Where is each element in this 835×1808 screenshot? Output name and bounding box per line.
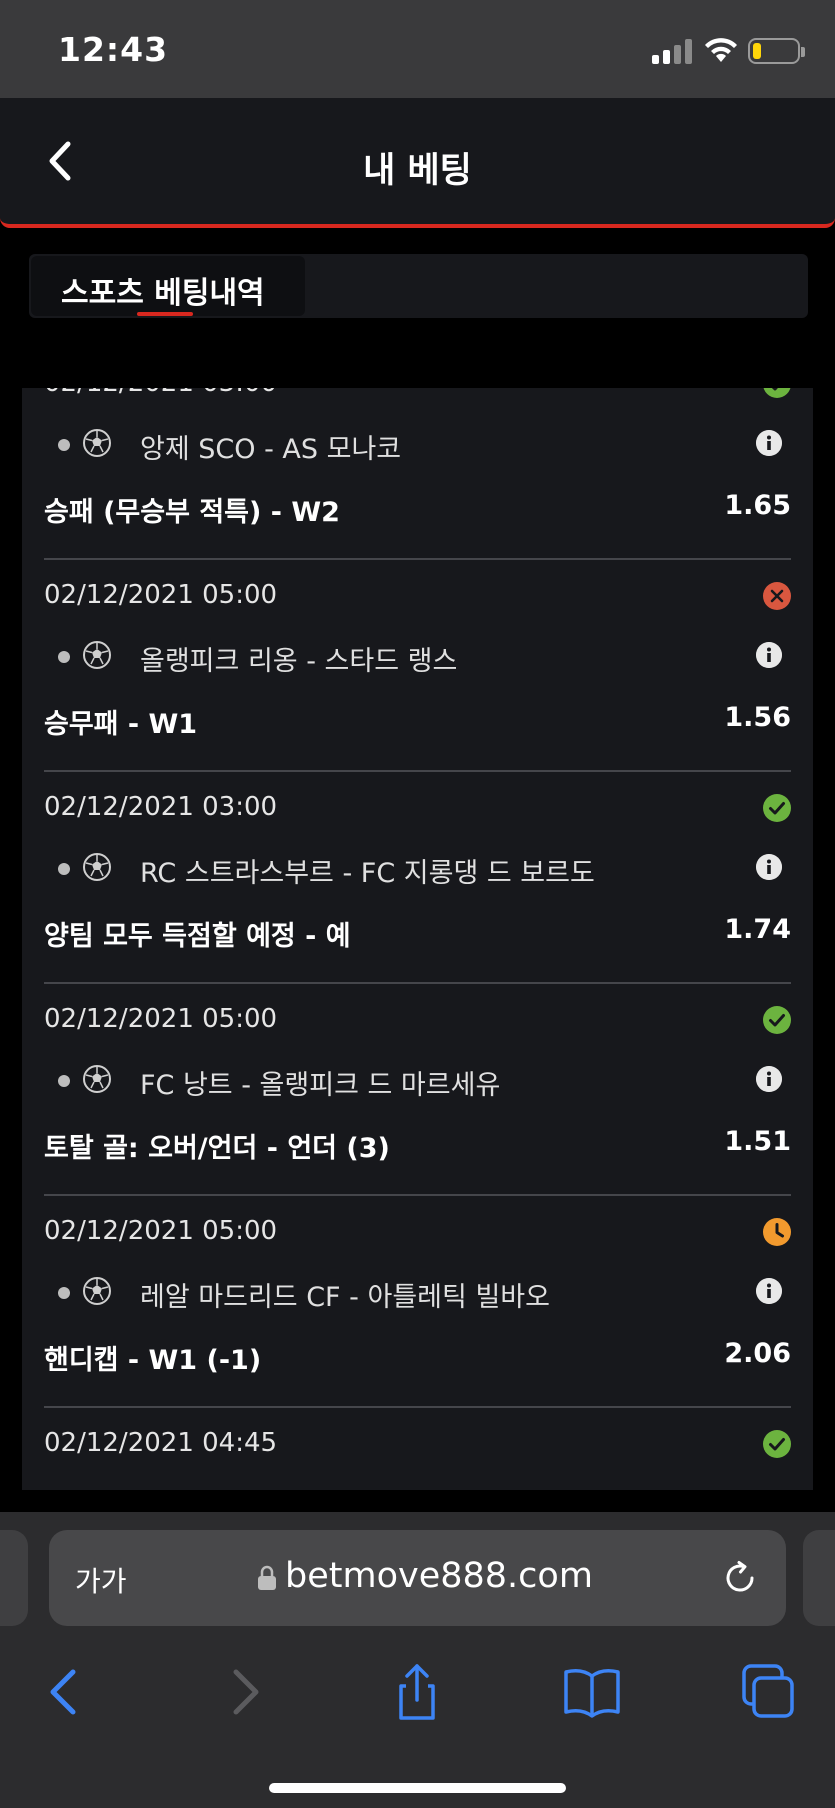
soccer-ball-icon: [83, 1065, 111, 1093]
share-icon[interactable]: [387, 1662, 447, 1722]
bet-market: 승무패 - W1: [44, 709, 198, 740]
bullet-dot: [58, 1075, 70, 1087]
info-icon[interactable]: [756, 854, 782, 880]
won-check-icon: [763, 1430, 791, 1458]
bet-odds: 1.74: [724, 914, 791, 945]
lock-icon: [258, 1565, 276, 1590]
bet-date: 02/12/2021 03:00: [44, 792, 278, 822]
match-row: 레알 마드리드 CF - 아틀레틱 빌바오: [58, 1274, 791, 1313]
bet-odds: 1.56: [724, 702, 791, 733]
wifi-icon: [705, 38, 737, 62]
info-icon[interactable]: [756, 430, 782, 456]
app-header: 내 베팅: [0, 98, 835, 228]
previous-tab-preview[interactable]: [0, 1530, 28, 1626]
soccer-ball-icon: [83, 853, 111, 881]
won-check-icon: [763, 1006, 791, 1034]
bet-list[interactable]: 02/12/2021 03:00 앙제 SCO - AS 모나코 승패 (무승부…: [22, 388, 813, 1490]
tab-sports-betting-history[interactable]: 스포츠 베팅내역: [31, 256, 305, 316]
bet-odds: 1.65: [724, 490, 791, 521]
browser-back-icon[interactable]: [35, 1662, 95, 1722]
info-icon[interactable]: [756, 1278, 782, 1304]
bet-item[interactable]: 02/12/2021 03:00 RC 스트라스부르 - FC 지롱댕 드 보르…: [44, 772, 791, 984]
cellular-signal-icon: [652, 38, 694, 64]
tab-active-indicator: [137, 312, 193, 316]
bet-market: 토탈 골: 오버/언더 - 언더 (3): [44, 1133, 390, 1164]
bullet-dot: [58, 651, 70, 663]
bullet-dot: [58, 1287, 70, 1299]
browser-forward-icon[interactable]: [214, 1662, 274, 1722]
won-check-icon: [763, 794, 791, 822]
info-icon[interactable]: [756, 1066, 782, 1092]
soccer-ball-icon: [83, 1277, 111, 1305]
page-title: 내 베팅: [363, 151, 472, 191]
reader-text-size-button[interactable]: 가가: [75, 1560, 127, 1600]
bet-odds: 2.06: [724, 1338, 791, 1369]
status-time: 12:43: [58, 30, 169, 69]
match-name: 앙제 SCO - AS 모나코: [140, 434, 402, 465]
bet-date: 02/12/2021 03:00: [44, 388, 277, 398]
match-row: 올랭피크 리옹 - 스타드 랭스: [58, 638, 791, 677]
info-icon[interactable]: [756, 642, 782, 668]
won-check-icon: [763, 388, 791, 398]
bookmarks-book-icon[interactable]: [562, 1662, 622, 1722]
reload-icon[interactable]: [722, 1560, 758, 1596]
bet-item[interactable]: 02/12/2021 05:00 레알 마드리드 CF - 아틀레틱 빌바오 핸…: [44, 1196, 791, 1408]
bet-item[interactable]: 02/12/2021 05:00 올랭피크 리옹 - 스타드 랭스 승무패 - …: [44, 560, 791, 772]
market-row: 승무패 - W1 1.56: [44, 702, 791, 742]
market-row: 핸디캡 - W1 (-1) 2.06: [44, 1338, 791, 1378]
match-name: 레알 마드리드 CF - 아틀레틱 빌바오: [140, 1282, 550, 1313]
match-name: 올랭피크 리옹 - 스타드 랭스: [140, 646, 458, 677]
match-name: RC 스트라스부르 - FC 지롱댕 드 보르도: [140, 858, 595, 889]
match-row: 앙제 SCO - AS 모나코: [58, 426, 791, 465]
url-text: betmove888.com: [285, 1556, 593, 1596]
match-row: RC 스트라스부르 - FC 지롱댕 드 보르도: [58, 850, 791, 889]
tabs-overview-icon[interactable]: [738, 1662, 798, 1722]
market-row: 토탈 골: 오버/언더 - 언더 (3) 1.51: [44, 1126, 791, 1166]
bet-market: 승패 (무승부 적특) - W2: [44, 497, 340, 528]
soccer-ball-icon: [83, 429, 111, 457]
market-row: 승패 (무승부 적특) - W2 1.65: [44, 490, 791, 530]
bet-date: 02/12/2021 05:00: [44, 1216, 278, 1246]
pending-clock-icon: [763, 1218, 791, 1246]
bet-item[interactable]: 02/12/2021 05:00 FC 낭트 - 올랭피크 드 마르세유 토탈 …: [44, 984, 791, 1196]
status-bar: 12:43: [0, 0, 835, 98]
tab-bar: 스포츠 베팅내역: [29, 254, 808, 318]
tab-label: 스포츠 베팅내역: [61, 276, 265, 311]
bet-item[interactable]: 02/12/2021 04:45: [44, 1408, 791, 1490]
bet-date: 02/12/2021 05:00: [44, 1004, 278, 1034]
bet-date: 02/12/2021 04:45: [44, 1428, 278, 1458]
bet-market: 핸디캡 - W1 (-1): [44, 1345, 262, 1376]
bet-date: 02/12/2021 05:00: [44, 580, 278, 610]
bet-odds: 1.51: [724, 1126, 791, 1157]
bet-market: 양팀 모두 득점할 예정 - 예: [44, 921, 351, 952]
match-row: FC 낭트 - 올랭피크 드 마르세유: [58, 1062, 791, 1101]
market-row: 양팀 모두 득점할 예정 - 예 1.74: [44, 914, 791, 954]
bet-item[interactable]: 02/12/2021 03:00 앙제 SCO - AS 모나코 승패 (무승부…: [44, 388, 791, 560]
home-indicator: [269, 1783, 566, 1793]
lost-x-icon: [763, 582, 791, 610]
battery-icon: [748, 38, 805, 64]
address-bar[interactable]: 가가 betmove888.com: [49, 1530, 786, 1626]
next-tab-preview[interactable]: [803, 1530, 835, 1626]
bullet-dot: [58, 439, 70, 451]
browser-toolbar: 가가 betmove888.com: [0, 1512, 835, 1808]
soccer-ball-icon: [83, 641, 111, 669]
bullet-dot: [58, 863, 70, 875]
match-name: FC 낭트 - 올랭피크 드 마르세유: [140, 1070, 501, 1101]
